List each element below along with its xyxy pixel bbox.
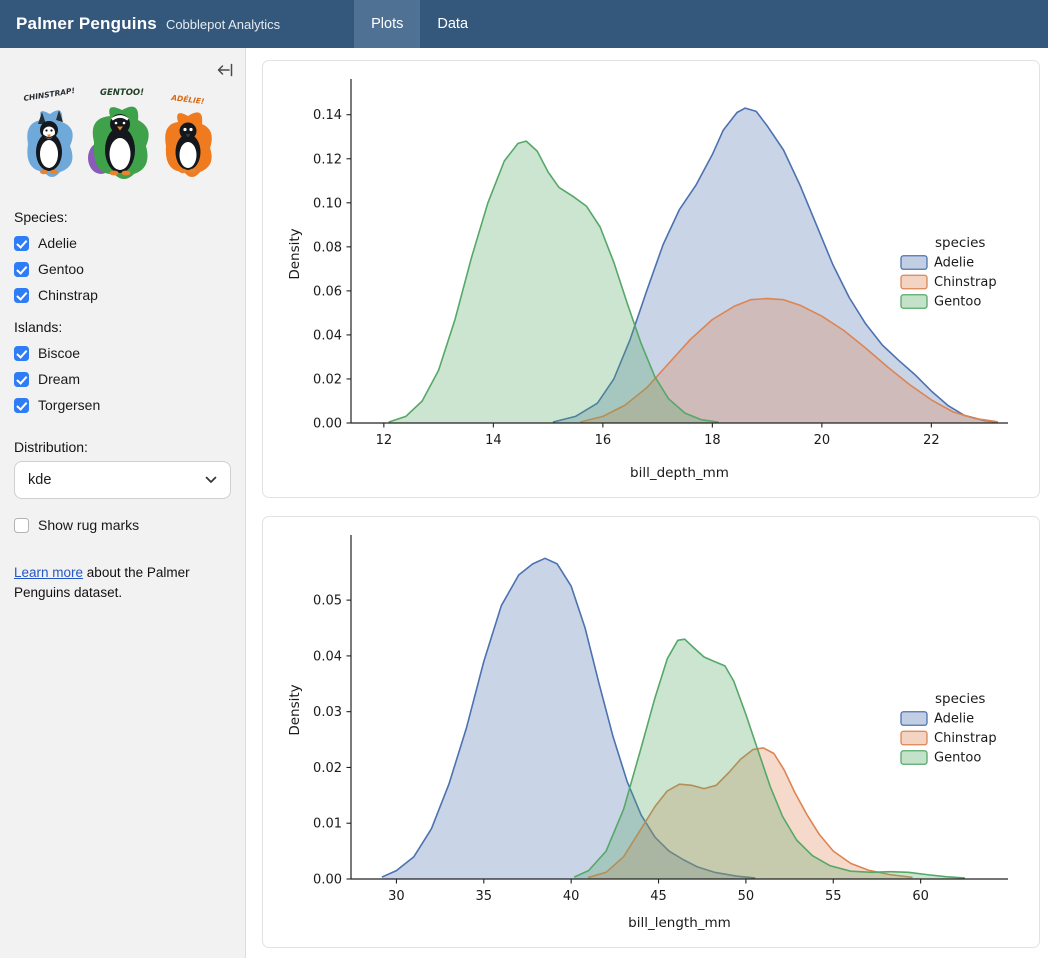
svg-text:0.12: 0.12: [313, 152, 342, 167]
gentoo-checkbox[interactable]: [14, 262, 29, 277]
checkbox-biscoe[interactable]: Biscoe: [14, 345, 231, 361]
checkbox-adelie[interactable]: Adelie: [14, 235, 231, 251]
svg-text:45: 45: [650, 889, 667, 904]
dream-checkbox-label: Dream: [38, 371, 80, 387]
svg-text:0.04: 0.04: [313, 649, 342, 664]
bill-depth-density-plot: 12 14 16 18 20 22 0.00 0.02 0.04 0.06 0.08 0.10 0.12…: [271, 69, 1031, 489]
svg-text:species: species: [935, 235, 985, 251]
svg-text:Adelie: Adelie: [934, 256, 974, 271]
svg-text:species: species: [935, 691, 985, 707]
rug-marks-checkbox-label: Show rug marks: [38, 517, 139, 533]
svg-text:0.00: 0.00: [313, 417, 342, 432]
checkbox-show-rug-marks[interactable]: Show rug marks: [14, 517, 231, 533]
biscoe-checkbox-label: Biscoe: [38, 345, 80, 361]
svg-text:40: 40: [563, 889, 580, 904]
svg-text:bill_depth_mm: bill_depth_mm: [630, 465, 729, 481]
svg-text:50: 50: [738, 889, 755, 904]
svg-text:35: 35: [476, 889, 493, 904]
svg-text:Density: Density: [287, 684, 303, 735]
nav-tabs: Plots Data: [354, 0, 485, 48]
adelie-checkbox[interactable]: [14, 236, 29, 251]
distribution-select-value: kde: [28, 472, 51, 488]
svg-text:Density: Density: [287, 228, 303, 279]
checkbox-dream[interactable]: Dream: [14, 371, 231, 387]
chinstrap-checkbox[interactable]: [14, 288, 29, 303]
app-header: Palmer Penguins Cobblepot Analytics Plot…: [0, 0, 1048, 48]
tab-plots[interactable]: Plots: [354, 0, 420, 48]
page-layout: CHINSTRAP! GENTOO! ADÉLIE!: [0, 48, 1048, 958]
gentoo-penguin-illustration: [88, 107, 149, 179]
biscoe-checkbox[interactable]: [14, 346, 29, 361]
sidebar: CHINSTRAP! GENTOO! ADÉLIE!: [0, 48, 246, 958]
learn-more-link[interactable]: Learn more: [14, 565, 83, 580]
distribution-group-label: Distribution:: [14, 439, 231, 455]
svg-text:12: 12: [376, 433, 393, 448]
adelie-penguin-illustration: [165, 112, 212, 177]
islands-group-label: Islands:: [14, 319, 231, 335]
svg-text:20: 20: [814, 433, 831, 448]
app-title: Palmer Penguins: [16, 14, 157, 34]
artwork-label-chinstrap: CHINSTRAP!: [23, 86, 76, 103]
main-content: 12 14 16 18 20 22 0.00 0.02 0.04 0.06 0.08 0.10 0.12…: [246, 48, 1048, 958]
chinstrap-checkbox-label: Chinstrap: [38, 287, 98, 303]
svg-text:60: 60: [912, 889, 929, 904]
svg-text:0.14: 0.14: [313, 108, 342, 123]
svg-text:Chinstrap: Chinstrap: [934, 275, 997, 290]
checkbox-gentoo[interactable]: Gentoo: [14, 261, 231, 277]
chevron-down-icon: [205, 476, 217, 484]
svg-text:Adelie: Adelie: [934, 712, 974, 727]
torgersen-checkbox[interactable]: [14, 398, 29, 413]
torgersen-checkbox-label: Torgersen: [38, 397, 100, 413]
learn-more-text: Learn more about the Palmer Penguins dat…: [14, 563, 212, 604]
svg-text:Gentoo: Gentoo: [934, 751, 981, 766]
svg-text:0.02: 0.02: [313, 372, 342, 387]
svg-text:Gentoo: Gentoo: [934, 295, 981, 310]
checkbox-torgersen[interactable]: Torgersen: [14, 397, 231, 413]
app-subtitle: Cobblepot Analytics: [166, 17, 280, 32]
svg-text:18: 18: [704, 433, 721, 448]
checkbox-chinstrap[interactable]: Chinstrap: [14, 287, 231, 303]
svg-text:0.05: 0.05: [313, 594, 342, 609]
svg-text:0.00: 0.00: [313, 873, 342, 888]
artwork-label-gentoo: GENTOO!: [100, 88, 144, 98]
svg-text:0.01: 0.01: [313, 817, 342, 832]
bill-depth-card: 12 14 16 18 20 22 0.00 0.02 0.04 0.06 0.08 0.10 0.12…: [262, 60, 1040, 498]
svg-text:Chinstrap: Chinstrap: [934, 731, 997, 746]
svg-text:0.10: 0.10: [313, 196, 342, 211]
penguin-artwork: CHINSTRAP! GENTOO! ADÉLIE!: [16, 84, 231, 193]
species-group-label: Species:: [14, 209, 231, 225]
svg-text:bill_length_mm: bill_length_mm: [628, 915, 731, 931]
svg-text:14: 14: [485, 433, 502, 448]
svg-text:0.02: 0.02: [313, 761, 342, 776]
svg-text:0.08: 0.08: [313, 240, 342, 255]
svg-text:0.03: 0.03: [313, 705, 342, 720]
gentoo-checkbox-label: Gentoo: [38, 261, 84, 277]
chinstrap-penguin-illustration: [27, 110, 72, 177]
rug-marks-checkbox[interactable]: [14, 518, 29, 533]
svg-text:0.04: 0.04: [313, 328, 342, 343]
distribution-select[interactable]: kde: [14, 461, 231, 499]
svg-text:30: 30: [388, 889, 405, 904]
sidebar-collapse-icon[interactable]: [216, 62, 234, 78]
bill-length-card: 30 35 40 45 50 55 60 0.00 0.01 0.02 0.03 0.04 0.05 bi…: [262, 516, 1040, 948]
svg-text:16: 16: [595, 433, 612, 448]
svg-text:22: 22: [923, 433, 940, 448]
adelie-checkbox-label: Adelie: [38, 235, 77, 251]
svg-text:0.06: 0.06: [313, 284, 342, 299]
dream-checkbox[interactable]: [14, 372, 29, 387]
bill-length-density-plot: 30 35 40 45 50 55 60 0.00 0.01 0.02 0.03 0.04 0.05 bi…: [271, 525, 1031, 939]
svg-text:55: 55: [825, 889, 842, 904]
app-brand: Palmer Penguins Cobblepot Analytics: [0, 14, 296, 34]
artwork-label-adelie: ADÉLIE!: [170, 93, 205, 106]
tab-data[interactable]: Data: [420, 0, 485, 48]
